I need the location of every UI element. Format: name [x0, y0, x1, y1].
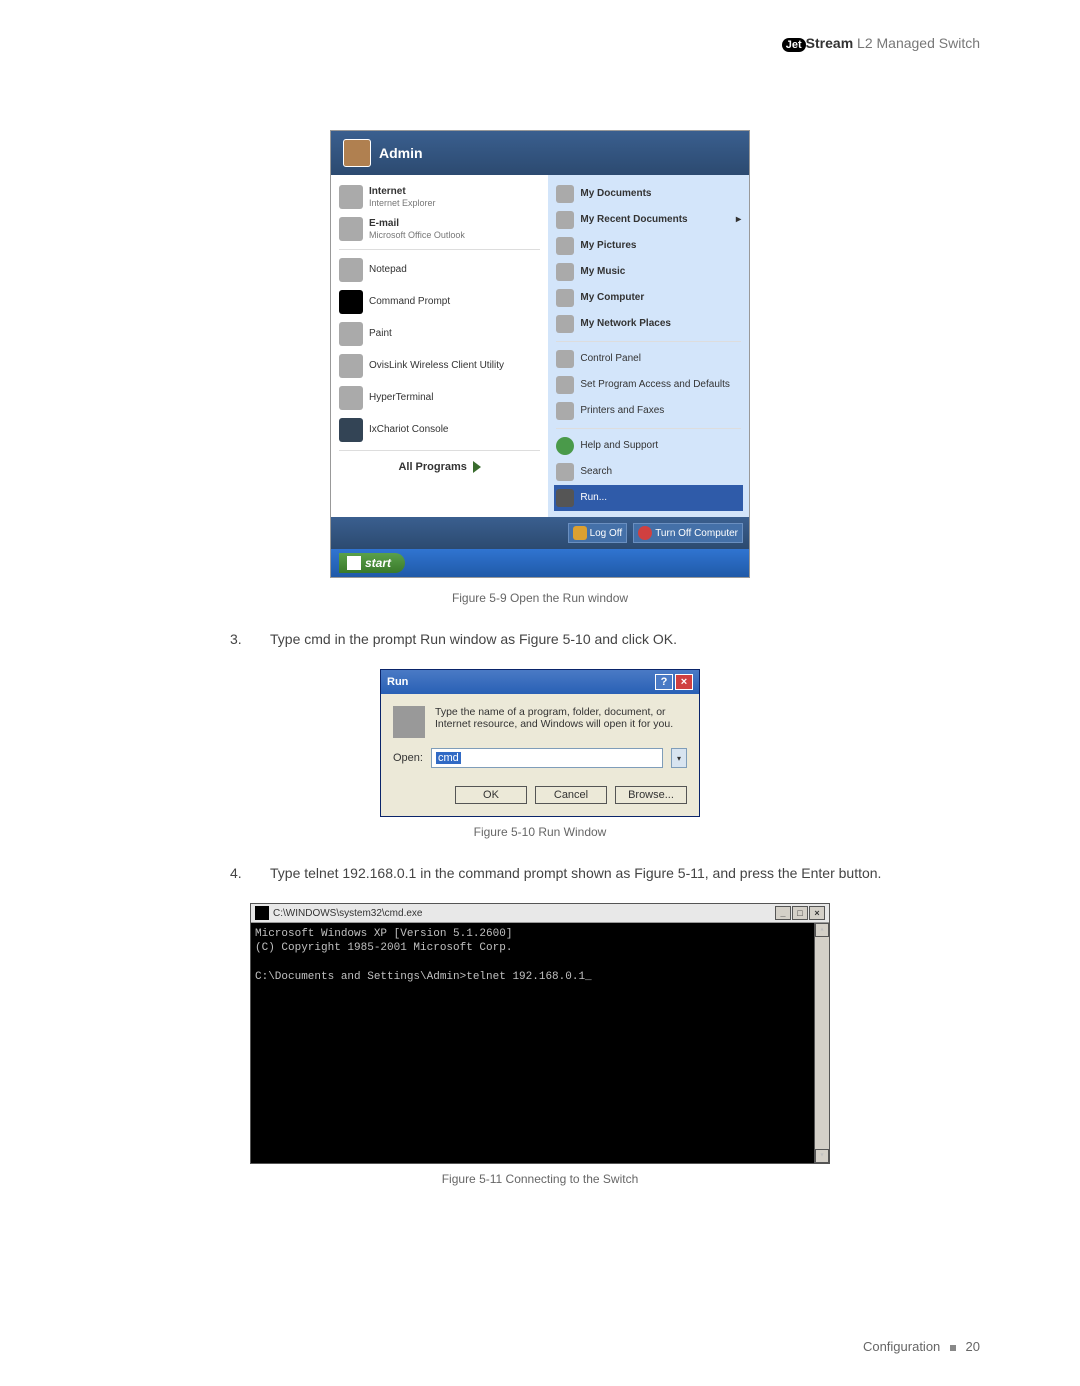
logoff-icon	[573, 526, 587, 540]
my-recent-documents[interactable]: My Recent Documents▸	[554, 207, 743, 233]
recent-paint[interactable]: Paint	[337, 318, 542, 350]
run-item[interactable]: Run...	[554, 485, 743, 511]
chevron-right-icon: ▸	[736, 214, 741, 226]
maximize-button[interactable]: □	[792, 906, 808, 920]
step-3: 3.Type cmd in the prompt Run window as F…	[140, 631, 940, 647]
browse-button[interactable]: Browse...	[615, 786, 687, 804]
my-documents[interactable]: My Documents	[554, 181, 743, 207]
help-support[interactable]: Help and Support	[554, 433, 743, 459]
printer-icon	[556, 402, 574, 420]
notepad-icon	[339, 258, 363, 282]
header-brand: JetStream L2 Managed Switch	[782, 35, 980, 52]
figure-5-10-caption: Figure 5-10 Run Window	[140, 825, 940, 839]
network-icon	[556, 315, 574, 333]
folder-icon	[556, 185, 574, 203]
cmd-icon	[339, 290, 363, 314]
ixchariot-icon	[339, 418, 363, 442]
figure-5-9-caption: Figure 5-9 Open the Run window	[140, 591, 940, 605]
step-3-number: 3.	[250, 631, 270, 647]
brand-badge: Jet	[782, 38, 806, 52]
help-button[interactable]: ?	[655, 674, 673, 690]
minimize-button[interactable]: _	[775, 906, 791, 920]
run-icon	[556, 489, 574, 507]
scroll-up-button[interactable]: ▴	[815, 923, 829, 937]
my-music[interactable]: My Music	[554, 259, 743, 285]
recent-notepad[interactable]: Notepad	[337, 254, 542, 286]
cancel-button[interactable]: Cancel	[535, 786, 607, 804]
chevron-down-icon: ▾	[677, 754, 681, 763]
figure-5-10: Run ? × Type the name of a program, fold…	[140, 669, 940, 817]
start-bottom-bar: Log Off Turn Off Computer	[331, 517, 749, 549]
cmd-titlebar: C:\WINDOWS\system32\cmd.exe _ □ ×	[251, 904, 829, 923]
figure-5-11-caption: Figure 5-11 Connecting to the Switch	[140, 1172, 940, 1186]
footer-square-icon	[950, 1345, 956, 1351]
start-left-pane: InternetInternet Explorer E-mailMicrosof…	[331, 175, 548, 517]
page-footer: Configuration 20	[863, 1339, 980, 1354]
hyperterminal-icon	[339, 386, 363, 410]
logoff-button[interactable]: Log Off	[568, 523, 628, 543]
all-programs[interactable]: All Programs	[337, 455, 542, 479]
ok-button[interactable]: OK	[455, 786, 527, 804]
pinned-internet[interactable]: InternetInternet Explorer	[337, 181, 542, 213]
close-button[interactable]: ×	[675, 674, 693, 690]
scrollbar[interactable]: ▴ ▾	[814, 923, 829, 1163]
step-4: 4.Type telnet 192.168.0.1 in the command…	[140, 865, 940, 881]
my-computer[interactable]: My Computer	[554, 285, 743, 311]
recent-ovislink[interactable]: OvisLink Wireless Client Utility	[337, 350, 542, 382]
help-icon	[556, 437, 574, 455]
start-menu-header: Admin	[331, 131, 749, 175]
windows-logo-icon	[347, 556, 361, 570]
run-dialog: Run ? × Type the name of a program, fold…	[380, 669, 700, 817]
open-input[interactable]: cmd	[431, 748, 663, 768]
figure-5-11: C:\WINDOWS\system32\cmd.exe _ □ × Micros…	[140, 903, 940, 1164]
user-avatar	[343, 139, 371, 167]
step-4-number: 4.	[250, 865, 270, 881]
folder-icon	[556, 263, 574, 281]
folder-icon	[556, 211, 574, 229]
run-dialog-icon	[393, 706, 425, 738]
search-icon	[556, 463, 574, 481]
printers-faxes[interactable]: Printers and Faxes	[554, 398, 743, 424]
taskbar: start	[331, 549, 749, 577]
ie-icon	[339, 185, 363, 209]
pinned-email[interactable]: E-mailMicrosoft Office Outlook	[337, 213, 542, 245]
wireless-icon	[339, 354, 363, 378]
computer-icon	[556, 289, 574, 307]
program-access[interactable]: Set Program Access and Defaults	[554, 372, 743, 398]
my-network[interactable]: My Network Places	[554, 311, 743, 337]
start-right-pane: My Documents My Recent Documents▸ My Pic…	[548, 175, 749, 517]
open-label: Open:	[393, 752, 423, 764]
arrow-right-icon	[473, 461, 481, 473]
turnoff-button[interactable]: Turn Off Computer	[633, 523, 743, 543]
start-menu: Admin InternetInternet Explorer E-mailMi…	[330, 130, 750, 578]
figure-5-9: Admin InternetInternet Explorer E-mailMi…	[140, 130, 940, 583]
dropdown-button[interactable]: ▾	[671, 748, 687, 768]
paint-icon	[339, 322, 363, 346]
run-description: Type the name of a program, folder, docu…	[435, 706, 687, 738]
cmd-window: C:\WINDOWS\system32\cmd.exe _ □ × Micros…	[250, 903, 830, 1164]
recent-cmd[interactable]: Command Prompt	[337, 286, 542, 318]
username: Admin	[379, 145, 423, 161]
control-panel[interactable]: Control Panel	[554, 346, 743, 372]
outlook-icon	[339, 217, 363, 241]
my-pictures[interactable]: My Pictures	[554, 233, 743, 259]
cmd-title-icon	[255, 906, 269, 920]
run-titlebar: Run ? ×	[381, 670, 699, 694]
close-button[interactable]: ×	[809, 906, 825, 920]
access-icon	[556, 376, 574, 394]
controlpanel-icon	[556, 350, 574, 368]
recent-ixchariot[interactable]: IxChariot Console	[337, 414, 542, 446]
power-icon	[638, 526, 652, 540]
cmd-body[interactable]: Microsoft Windows XP [Version 5.1.2600] …	[251, 923, 829, 1163]
start-button[interactable]: start	[339, 553, 405, 573]
search[interactable]: Search	[554, 459, 743, 485]
scroll-down-button[interactable]: ▾	[815, 1149, 829, 1163]
folder-icon	[556, 237, 574, 255]
recent-hyperterminal[interactable]: HyperTerminal	[337, 382, 542, 414]
